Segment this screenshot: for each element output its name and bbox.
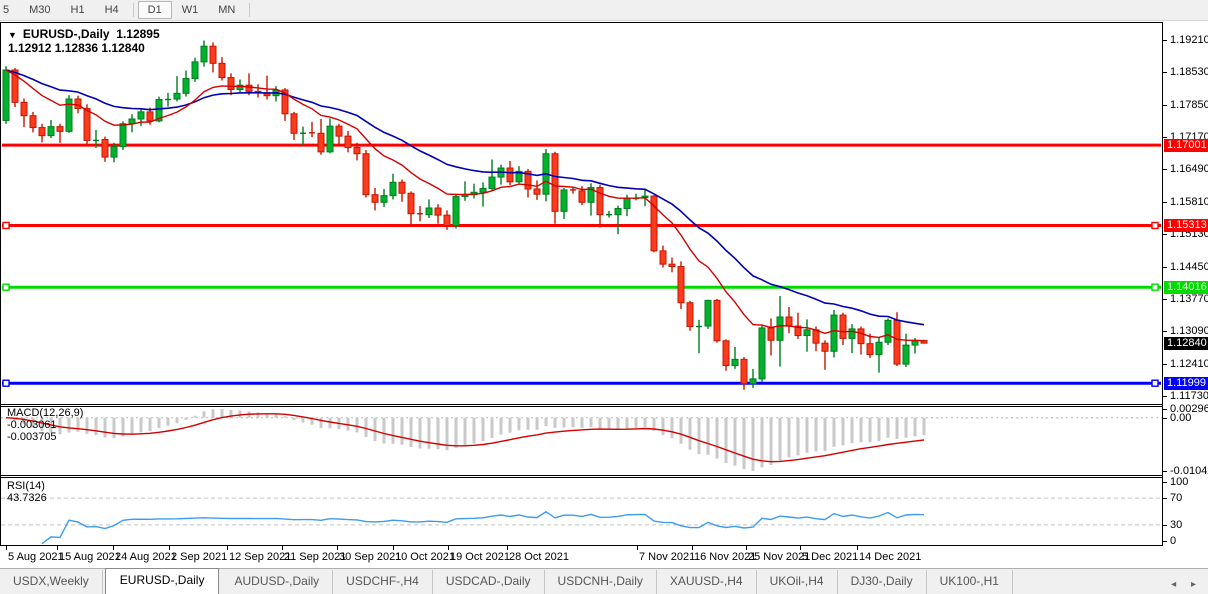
chart-tab-usdcnh[interactable]: USDCNH-,Daily <box>545 570 657 594</box>
chart-tab-usdx[interactable]: USDX,Weekly <box>0 570 103 594</box>
date-axis-label: 12 Sep 2021 <box>229 551 292 563</box>
date-axis-label: 7 Nov 2021 <box>639 551 696 563</box>
rsi-axis-label: 30 <box>1170 519 1183 531</box>
date-axis-label: 21 Sep 2021 <box>284 551 347 563</box>
rsi-axis-label: 0 <box>1170 535 1177 547</box>
price-axis-label: 1.16490 <box>1170 163 1208 175</box>
rsi-axis-tick <box>1163 541 1167 542</box>
level-price-badge: 1.15313 <box>1164 219 1208 232</box>
date-axis-tick <box>448 546 449 550</box>
price-axis-tick <box>1163 40 1167 41</box>
macd-axis-tick <box>1163 471 1167 472</box>
date-axis-tick <box>857 546 858 550</box>
price-axis-tick <box>1163 137 1167 138</box>
date-axis-tick <box>227 546 228 550</box>
date-axis-tick <box>113 546 114 550</box>
date-axis-label: 10 Oct 2021 <box>395 551 455 563</box>
date-axis-label: 5 Aug 2021 <box>8 551 64 563</box>
chart-title: ▼ EURUSD-,Daily 1.12895 1.12912 1.12836 1… <box>8 27 160 55</box>
date-axis-label: 5 Dec 2021 <box>802 551 859 563</box>
date-axis-label: 19 Oct 2021 <box>450 551 510 563</box>
rsi-axis-tick <box>1163 498 1167 499</box>
rsi-indicator-label: RSI(14) 43.7326 <box>7 480 47 504</box>
date-axis-label: 28 Oct 2021 <box>509 551 569 563</box>
chart-tab-dj30[interactable]: DJ30-,Daily <box>838 570 927 594</box>
price-axis-tick <box>1163 299 1167 300</box>
price-axis-label: 1.18530 <box>1170 66 1208 78</box>
date-axis-tick <box>6 546 7 550</box>
price-axis-tick <box>1163 72 1167 73</box>
macd-indicator-label: MACD(12,26,9) -0.003061 -0.003705 <box>7 407 84 443</box>
price-axis-label: 1.13770 <box>1170 293 1208 305</box>
date-axis-label: 2 Sep 2021 <box>171 551 228 563</box>
chart-tab-eurusd[interactable]: EURUSD-,Daily <box>104 568 220 594</box>
chart-tab-uk100[interactable]: UK100-,H1 <box>927 570 1013 594</box>
date-axis-label: 30 Sep 2021 <box>339 551 402 563</box>
date-axis-label: 14 Dec 2021 <box>859 551 922 563</box>
macd-axis-tick <box>1163 418 1167 419</box>
date-axis-tick <box>637 546 638 550</box>
price-axis[interactable]: 1.19210 1.18530 1.17850 1.17170 1.16490 1.158… <box>1163 22 1208 547</box>
chart-tab-ukoil[interactable]: UKOil-,H4 <box>757 570 838 594</box>
date-axis-tick <box>692 546 693 550</box>
price-axis-tick <box>1163 234 1167 235</box>
price-axis-label: 1.12410 <box>1170 358 1208 370</box>
level-price-badge: 1.17001 <box>1164 139 1208 152</box>
price-axis-label: 1.19210 <box>1170 34 1208 46</box>
chart-dropdown-icon[interactable]: ▼ <box>8 30 17 40</box>
price-axis-tick <box>1163 331 1167 332</box>
price-axis-tick <box>1163 169 1167 170</box>
price-axis-label: 1.15810 <box>1170 196 1208 208</box>
price-axis-tick <box>1163 105 1167 106</box>
rsi-axis-label: 70 <box>1170 492 1183 504</box>
price-axis-label: 1.14450 <box>1170 261 1208 273</box>
date-axis-tick <box>169 546 170 550</box>
chart-tab-audusd[interactable]: AUDUSD-,Daily <box>221 570 334 594</box>
level-price-badge: 1.11999 <box>1164 377 1208 390</box>
date-axis-tick <box>746 546 747 550</box>
date-axis-tick <box>507 546 508 550</box>
chart-tab-usdcad[interactable]: USDCAD-,Daily <box>433 570 545 594</box>
chart-tab-bar: USDX,Weekly EURUSD-,Daily AUDUSD-,Daily USD… <box>0 568 1208 594</box>
date-axis-tick <box>800 546 801 550</box>
chart-symbol-label: EURUSD-,Daily <box>22 27 110 41</box>
tab-scroll-arrows[interactable]: ◂ ▸ <box>1171 579 1202 590</box>
current-price-badge: 1.12840 <box>1164 337 1208 350</box>
chart-canvas[interactable] <box>0 0 1163 546</box>
price-axis-label: 1.17850 <box>1170 99 1208 111</box>
price-axis-tick <box>1163 267 1167 268</box>
price-axis-tick <box>1163 396 1167 397</box>
rsi-axis-tick <box>1163 482 1167 483</box>
macd-axis-tick <box>1163 409 1167 410</box>
date-axis[interactable]: 5 Aug 2021 15 Aug 2021 24 Aug 2021 2 Sep 20… <box>0 546 1163 568</box>
date-axis-tick <box>393 546 394 550</box>
price-axis-tick <box>1163 364 1167 365</box>
price-axis-label: 1.11730 <box>1170 390 1208 402</box>
level-price-badge: 1.14016 <box>1164 281 1208 294</box>
date-axis-tick <box>337 546 338 550</box>
chart-tab-usdchf[interactable]: USDCHF-,H4 <box>333 570 433 594</box>
mt4-terminal: 5 M30 H1 H4 D1 W1 MN ▼ EURUSD-,Daily 1.12895 1.… <box>0 0 1208 594</box>
macd-axis-label: 0.00 <box>1170 412 1192 424</box>
price-axis-tick <box>1163 202 1167 203</box>
date-axis-label: 15 Aug 2021 <box>59 551 121 563</box>
date-axis-tick <box>57 546 58 550</box>
chart-tab-xauusd[interactable]: XAUUSD-,H4 <box>657 570 757 594</box>
date-axis-label: 24 Aug 2021 <box>115 551 177 563</box>
rsi-axis-label: 100 <box>1170 476 1189 488</box>
date-axis-tick <box>282 546 283 550</box>
price-axis-label: 1.13090 <box>1170 325 1208 337</box>
rsi-axis-tick <box>1163 525 1167 526</box>
